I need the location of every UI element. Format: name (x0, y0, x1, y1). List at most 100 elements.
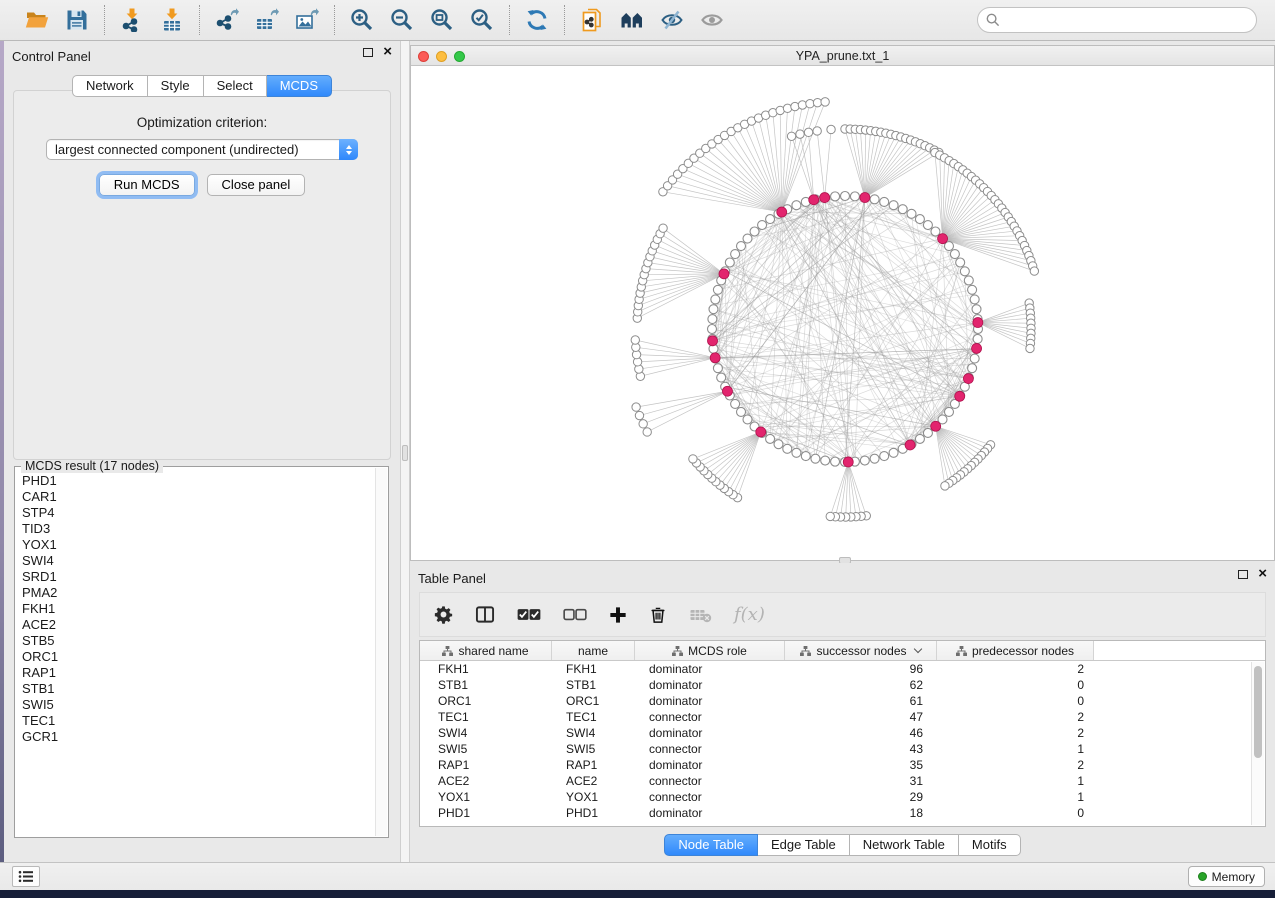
table-row[interactable]: SWI5SWI5connector431 (420, 741, 1265, 757)
column-header-predecessor-nodes[interactable]: predecessor nodes (937, 641, 1094, 660)
import-table-icon[interactable] (159, 7, 185, 33)
cell: 1 (937, 773, 1094, 789)
first-neighbors-icon[interactable] (619, 7, 645, 33)
column-header-name[interactable]: name (552, 641, 635, 660)
table-row[interactable]: RAP1RAP1dominator352 (420, 757, 1265, 773)
export-image-icon[interactable] (294, 7, 320, 33)
tab-mcds[interactable]: MCDS (267, 75, 332, 97)
zoom-out-icon[interactable] (389, 7, 415, 33)
cell: dominator (635, 661, 785, 677)
cell: SWI5 (420, 741, 552, 757)
mcds-result-list[interactable]: PHD1CAR1STP4TID3YOX1SWI4SRD1PMA2FKH1ACE2… (17, 469, 374, 835)
column-label: name (578, 644, 608, 658)
table-row[interactable]: ORC1ORC1dominator610 (420, 693, 1265, 709)
export-table-icon[interactable] (254, 7, 280, 33)
function-builder-icon: f(x) (734, 604, 765, 625)
tab-select[interactable]: Select (204, 75, 267, 97)
cell: 43 (785, 741, 937, 757)
table-row[interactable]: STB1STB1dominator620 (420, 677, 1265, 693)
column-header-MCDS-role[interactable]: MCDS role (635, 641, 785, 660)
close-panel-icon[interactable]: × (383, 47, 392, 57)
float-panel-icon[interactable] (363, 48, 373, 57)
column-header-successor-nodes[interactable]: successor nodes (785, 641, 937, 660)
settings-gear-icon[interactable] (434, 605, 453, 624)
scrollbar-thumb[interactable] (1254, 666, 1262, 758)
table-panel: Table Panel × f(x) shared name name MCDS r… (410, 563, 1275, 859)
table-row[interactable]: SWI4SWI4dominator462 (420, 725, 1265, 741)
close-panel-button[interactable]: Close panel (207, 174, 306, 196)
cell: STB1 (552, 677, 635, 693)
cell: YOX1 (420, 789, 552, 805)
save-session-icon[interactable] (64, 7, 90, 33)
cell: PHD1 (420, 805, 552, 821)
table-row[interactable]: PHD1PHD1dominator180 (420, 805, 1265, 821)
column-label: shared name (458, 644, 528, 658)
tab-network-table[interactable]: Network Table (850, 834, 959, 856)
maximize-window-icon[interactable] (454, 51, 465, 62)
column-header-shared-name[interactable]: shared name (420, 641, 552, 660)
vertical-splitter[interactable] (400, 41, 410, 862)
refresh-icon[interactable] (524, 7, 550, 33)
automation-panel-button[interactable] (12, 866, 40, 887)
search-box (977, 7, 1257, 33)
zoom-in-icon[interactable] (349, 7, 375, 33)
close-window-icon[interactable] (418, 51, 429, 62)
tab-network[interactable]: Network (72, 75, 148, 97)
split-columns-icon[interactable] (475, 605, 495, 624)
cell: 0 (937, 677, 1094, 693)
tab-motifs[interactable]: Motifs (959, 834, 1021, 856)
result-node: SWI4 (22, 553, 374, 569)
run-mcds-button[interactable]: Run MCDS (99, 174, 195, 196)
zoom-selected-icon[interactable] (469, 7, 495, 33)
minimize-window-icon[interactable] (436, 51, 447, 62)
close-table-panel-icon[interactable]: × (1258, 569, 1267, 579)
search-input[interactable] (977, 7, 1257, 33)
splitter-handle-icon[interactable] (402, 445, 408, 461)
cell: connector (635, 789, 785, 805)
task-list-icon (18, 870, 34, 883)
status-bar: Memory (0, 862, 1275, 890)
table-row[interactable]: YOX1YOX1connector291 (420, 789, 1265, 805)
import-network-icon[interactable] (119, 7, 145, 33)
show-all-icon[interactable] (699, 7, 725, 33)
memory-button[interactable]: Memory (1188, 866, 1265, 887)
tab-style[interactable]: Style (148, 75, 204, 97)
table-row[interactable]: ACE2ACE2connector311 (420, 773, 1265, 789)
export-network-icon[interactable] (214, 7, 240, 33)
delete-column-icon[interactable] (649, 605, 667, 624)
clone-network-icon[interactable] (579, 7, 605, 33)
tab-edge-table[interactable]: Edge Table (758, 834, 850, 856)
result-node: SWI5 (22, 697, 374, 713)
hide-selected-icon[interactable] (659, 7, 685, 33)
optimization-criterion-select[interactable]: largest connected component (undirected) (46, 139, 358, 160)
cell: connector (635, 741, 785, 757)
cell: connector (635, 709, 785, 725)
tab-node-table[interactable]: Node Table (664, 834, 758, 856)
float-table-panel-icon[interactable] (1238, 570, 1248, 579)
result-scrollbar[interactable] (375, 468, 387, 836)
network-view-canvas[interactable] (411, 66, 1274, 560)
zoom-fit-icon[interactable] (429, 7, 455, 33)
cell: FKH1 (552, 661, 635, 677)
add-column-icon[interactable] (609, 606, 627, 624)
cell: 1 (937, 741, 1094, 757)
cell: 1 (937, 789, 1094, 805)
select-stepper-icon (339, 139, 358, 160)
cell: SWI5 (552, 741, 635, 757)
sort-descending-icon (913, 645, 921, 653)
select-all-checkboxes-icon[interactable] (517, 608, 541, 621)
table-row[interactable]: FKH1FKH1dominator962 (420, 661, 1265, 677)
table-panel-titlebar: Table Panel × (410, 563, 1275, 589)
result-node: ACE2 (22, 617, 374, 633)
deselect-all-checkboxes-icon[interactable] (563, 608, 587, 621)
result-node: STB1 (22, 681, 374, 697)
cell: dominator (635, 677, 785, 693)
cell: ACE2 (552, 773, 635, 789)
table-scrollbar[interactable] (1251, 662, 1264, 825)
open-file-icon[interactable] (24, 7, 50, 33)
cell: connector (635, 773, 785, 789)
node-table: shared name name MCDS rolesuccessor nodesp… (419, 640, 1266, 827)
cell: 35 (785, 757, 937, 773)
table-row[interactable]: TEC1TEC1connector472 (420, 709, 1265, 725)
cell: ORC1 (552, 693, 635, 709)
